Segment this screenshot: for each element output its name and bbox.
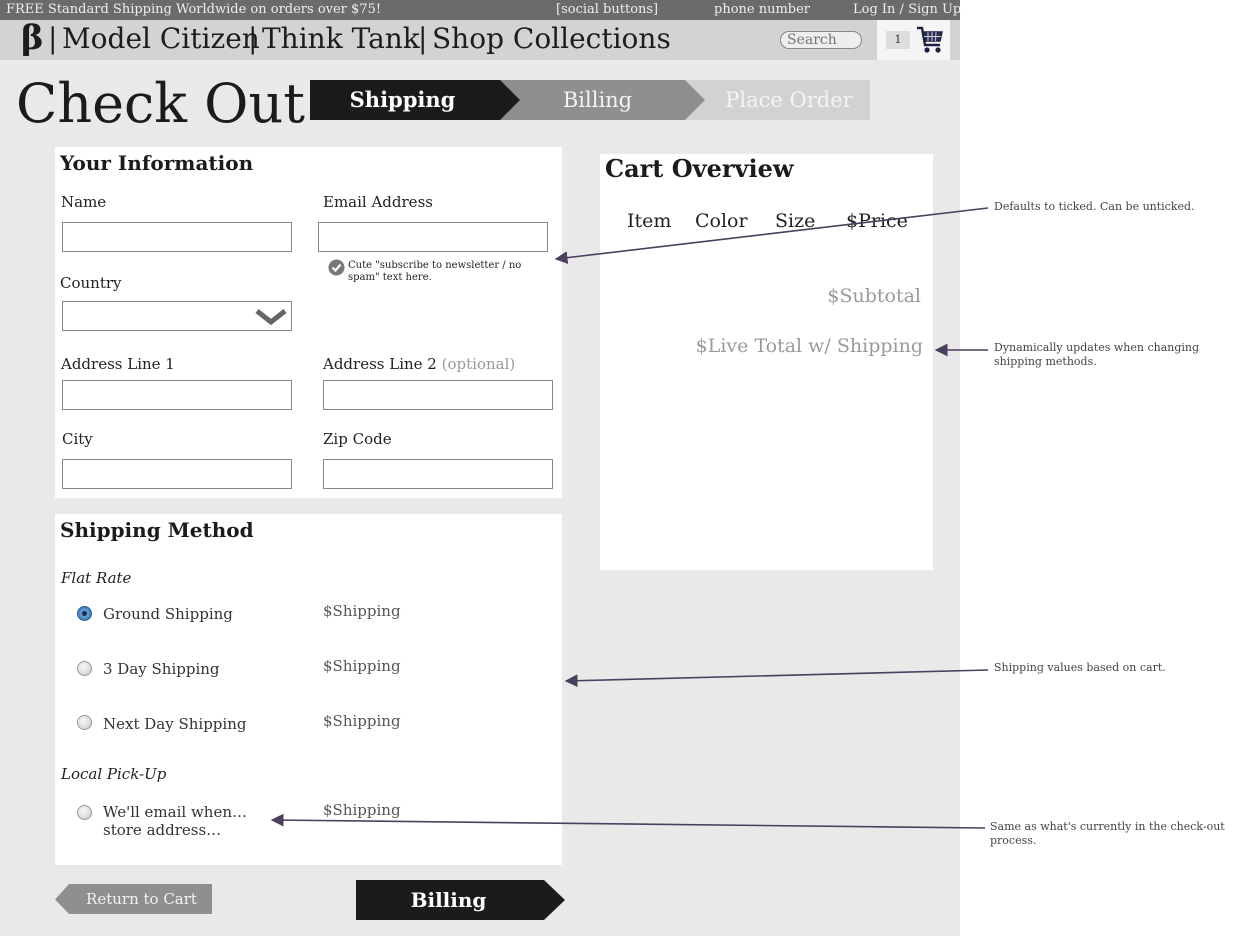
ground-shipping-label[interactable]: Ground Shipping <box>103 605 233 623</box>
next-day-shipping-price: $Shipping <box>323 712 401 730</box>
nav-separator: | <box>418 22 428 55</box>
billing-next-button[interactable]: Billing <box>356 880 541 920</box>
annotation-live-total: Dynamically updates when changing shippi… <box>994 341 1200 368</box>
country-select[interactable] <box>62 301 292 331</box>
top-bar: FREE Standard Shipping Worldwide on orde… <box>0 0 961 20</box>
logo[interactable]: β <box>21 18 44 58</box>
3-day-shipping-price: $Shipping <box>323 657 401 675</box>
page-title: Check Out <box>16 72 305 135</box>
annotation-newsletter: Defaults to ticked. Can be unticked. <box>994 200 1195 213</box>
address-line-1-label: Address Line 1 <box>61 355 175 373</box>
optional-hint: (optional) <box>441 355 516 373</box>
email-field[interactable] <box>318 222 548 252</box>
nav-link-think-tank[interactable]: Think Tank <box>262 22 420 55</box>
newsletter-checkbox-icon[interactable] <box>328 259 345 276</box>
your-information-heading: Your Information <box>60 151 254 175</box>
search-input[interactable] <box>780 31 862 49</box>
nav-separator: | <box>48 22 58 55</box>
country-label: Country <box>60 274 122 292</box>
promo-text: FREE Standard Shipping Worldwide on orde… <box>6 2 382 17</box>
local-pickup-price: $Shipping <box>323 801 401 819</box>
address-line-2-field[interactable] <box>323 380 553 410</box>
zip-code-field[interactable] <box>323 459 553 489</box>
annotation-local-pickup: Same as what's currently in the check-ou… <box>990 820 1225 847</box>
chevron-down-icon <box>255 309 287 325</box>
social-buttons[interactable]: [social buttons] <box>556 0 658 20</box>
city-label: City <box>62 430 93 448</box>
nav-link-model-citizen[interactable]: Model Citizen <box>62 22 260 55</box>
name-field[interactable] <box>62 222 292 252</box>
login-signup-link[interactable]: Log In / Sign Up <box>853 0 961 20</box>
return-to-cart-button[interactable]: Return to Cart <box>70 884 213 915</box>
newsletter-text: Cute "subscribe to newsletter / no spam"… <box>348 260 522 283</box>
annotation-shipping-values: Shipping values based on cart. <box>994 661 1166 674</box>
flat-rate-label: Flat Rate <box>61 569 132 587</box>
local-pickup-radio[interactable] <box>77 805 92 820</box>
local-pickup-line2[interactable]: store address… <box>103 821 221 839</box>
step-shipping[interactable]: Shipping <box>310 80 495 120</box>
zip-code-label: Zip Code <box>323 430 392 448</box>
next-day-shipping-label[interactable]: Next Day Shipping <box>103 715 246 733</box>
nav-link-shop-collections[interactable]: Shop Collections <box>432 22 671 55</box>
ground-shipping-price: $Shipping <box>323 602 401 620</box>
cart-column-color: Color <box>695 210 748 232</box>
ground-shipping-radio[interactable] <box>77 606 92 621</box>
address-line-1-field[interactable] <box>62 380 292 410</box>
3-day-shipping-radio[interactable] <box>77 661 92 676</box>
main-nav: β | Model Citizen | Think Tank | Shop Co… <box>0 18 960 60</box>
city-field[interactable] <box>62 459 292 489</box>
local-pickup-label: Local Pick-Up <box>61 765 167 783</box>
address-line-2-label: Address Line 2 (optional) <box>323 355 515 373</box>
step-place-order[interactable]: Place Order <box>700 80 878 120</box>
cart-column-item: Item <box>627 210 672 232</box>
address-line-2-label-text: Address Line 2 <box>323 355 437 373</box>
cart-live-total: $Live Total w/ Shipping <box>695 335 923 357</box>
3-day-shipping-label[interactable]: 3 Day Shipping <box>103 660 220 678</box>
cart-subtotal: $Subtotal <box>827 285 921 307</box>
cart-column-price: $Price <box>846 210 908 232</box>
name-label: Name <box>61 193 107 211</box>
shopping-cart-icon[interactable] <box>916 25 944 55</box>
nav-separator: | <box>248 22 258 55</box>
cart-column-size: Size <box>775 210 816 232</box>
step-billing[interactable]: Billing <box>505 80 690 120</box>
email-label: Email Address <box>323 193 433 211</box>
cart-overview-heading: Cart Overview <box>605 154 794 183</box>
next-day-shipping-radio[interactable] <box>77 715 92 730</box>
shipping-method-heading: Shipping Method <box>60 518 254 542</box>
cart-count-badge: 1 <box>886 31 910 49</box>
phone-number: phone number <box>714 2 811 17</box>
local-pickup-line1[interactable]: We'll email when… <box>103 803 247 821</box>
